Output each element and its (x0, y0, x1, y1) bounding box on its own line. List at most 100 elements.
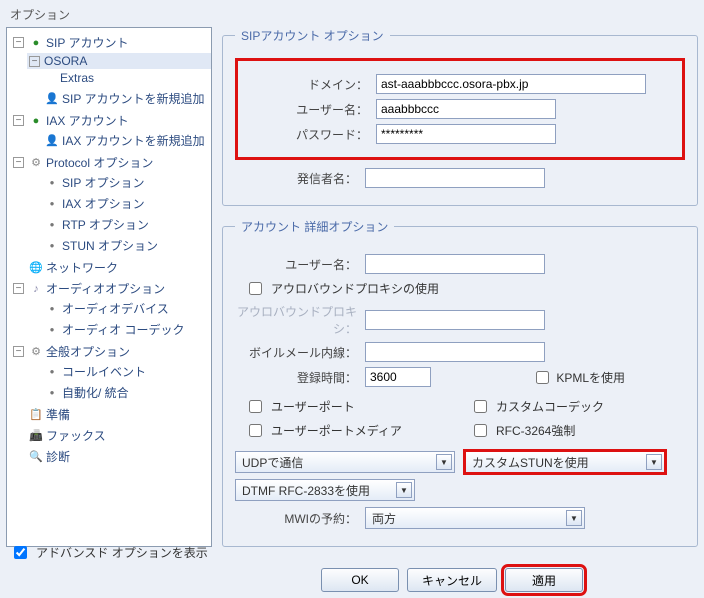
tree-label: IAX アカウントを新規追加 (62, 132, 205, 149)
reg-time-input[interactable] (365, 367, 431, 387)
tree-sip-add[interactable]: 👤SIP アカウントを新規追加 (27, 89, 211, 108)
tree-iax-opt[interactable]: ●IAX オプション (27, 194, 211, 213)
dot-icon: ● (44, 239, 60, 253)
ok-button[interactable]: OK (321, 568, 399, 592)
highlight-box: ドメイン： ユーザー名： パスワード： (235, 58, 685, 160)
domain-input[interactable] (376, 74, 646, 94)
dtmf-value: DTMF RFC-2833を使用 (242, 482, 370, 499)
globe-icon: 🌐 (28, 261, 44, 275)
stun-value: カスタムSTUNを使用 (472, 454, 589, 471)
apply-button[interactable]: 適用 (505, 568, 583, 592)
username-input[interactable] (376, 99, 556, 119)
tree-label: オーディオ コーデック (62, 321, 185, 338)
adv-username-input[interactable] (365, 254, 545, 274)
collapse-icon[interactable]: − (13, 157, 24, 168)
custom-codec-checkbox[interactable] (474, 400, 487, 413)
tree-auto-integ[interactable]: ●自動化/ 統合 (27, 383, 211, 402)
nav-tree: − ● SIP アカウント − OSORA Extr (6, 27, 212, 547)
kpml-label: KPMLを使用 (556, 369, 625, 386)
collapse-icon[interactable]: − (13, 115, 24, 126)
chevron-down-icon: ▼ (646, 454, 662, 470)
tree-label: SIP アカウント (46, 34, 128, 51)
tree-fax[interactable]: 📠ファックス (11, 426, 211, 445)
userport-media-checkbox[interactable] (249, 424, 262, 437)
voicemail-input[interactable] (365, 342, 545, 362)
transport-select[interactable]: UDPで通信 ▼ (235, 451, 455, 473)
show-advanced-checkbox[interactable] (14, 546, 27, 559)
tree-audio-device[interactable]: ●オーディオデバイス (27, 299, 211, 318)
outbound-proxy-label: アウロバウンドプロキシの使用 (271, 280, 439, 297)
callername-label: 発信者名： (235, 170, 365, 187)
tree-label: STUN オプション (62, 237, 158, 254)
collapse-icon[interactable]: − (13, 37, 24, 48)
tree-label: ネットワーク (46, 259, 118, 276)
outbound-proxy-checkbox[interactable] (249, 282, 262, 295)
tree-label: 自動化/ 統合 (62, 384, 129, 401)
tree-label: 全般オプション (46, 343, 130, 360)
collapse-icon[interactable]: − (13, 283, 24, 294)
collapse-icon[interactable]: − (29, 56, 40, 67)
account-icon: ● (28, 36, 44, 50)
account-icon: ● (28, 114, 44, 128)
callername-input[interactable] (365, 168, 545, 188)
password-input[interactable] (376, 124, 556, 144)
stun-select[interactable]: カスタムSTUNを使用 ▼ (465, 451, 665, 473)
dot-icon: ● (44, 386, 60, 400)
tree-label: IAX オプション (62, 195, 145, 212)
outbound-proxy-input (365, 310, 545, 330)
kpml-checkbox[interactable] (536, 371, 549, 384)
tree-iax-add[interactable]: 👤IAX アカウントを新規追加 (27, 131, 211, 150)
rfc3264-checkbox[interactable] (474, 424, 487, 437)
mwi-select[interactable]: 両方 ▼ (365, 507, 585, 529)
add-user-icon: 👤 (44, 134, 60, 148)
tree-stun-opt[interactable]: ●STUN オプション (27, 236, 211, 255)
tree-label: RTP オプション (62, 216, 149, 233)
tree-sip-account[interactable]: − ● SIP アカウント (11, 33, 211, 52)
tree-sip-opt[interactable]: ●SIP オプション (27, 173, 211, 192)
collapse-icon[interactable]: − (13, 346, 24, 357)
sip-legend: SIPアカウント オプション (235, 27, 390, 44)
tree-label: Protocol オプション (46, 154, 153, 171)
gear-icon: ⚙ (28, 156, 44, 170)
userport-label: ユーザーポート (271, 398, 355, 415)
dot-icon: ● (44, 218, 60, 232)
username-label: ユーザー名： (246, 101, 376, 118)
tree-label: ファックス (46, 427, 106, 444)
domain-label: ドメイン： (246, 76, 376, 93)
tree-label: 準備 (46, 406, 70, 423)
voicemail-label: ボイルメール内線： (235, 344, 365, 361)
tree-label: IAX アカウント (46, 112, 129, 129)
tree-iax-account[interactable]: − ● IAX アカウント (11, 111, 211, 130)
chevron-down-icon: ▼ (566, 510, 582, 526)
dtmf-select[interactable]: DTMF RFC-2833を使用 ▼ (235, 479, 415, 501)
custom-codec-label: カスタムコーデック (496, 398, 604, 415)
diag-icon: 🔍 (28, 450, 44, 464)
outbound-proxy-field-label: アウロバウンドプロキシ： (235, 303, 365, 337)
tree-network[interactable]: 🌐ネットワーク (11, 258, 211, 277)
tree-protocol[interactable]: − ⚙ Protocol オプション (11, 153, 211, 172)
dot-icon: ● (44, 197, 60, 211)
sip-account-fieldset: SIPアカウント オプション ドメイン： ユーザー名： パスワード： (222, 27, 698, 206)
add-user-icon: 👤 (44, 92, 60, 106)
tree-label: コールイベント (62, 363, 146, 380)
reg-time-label: 登録時間： (235, 369, 365, 386)
tree-osora[interactable]: − OSORA (27, 53, 211, 69)
tree-call-event[interactable]: ●コールイベント (27, 362, 211, 381)
chevron-down-icon: ▼ (396, 482, 412, 498)
tree-audio-codec[interactable]: ●オーディオ コーデック (27, 320, 211, 339)
tree-general-opt[interactable]: − ⚙ 全般オプション (11, 342, 211, 361)
userport-checkbox[interactable] (249, 400, 262, 413)
cancel-button[interactable]: キャンセル (407, 568, 497, 592)
tree-audio-opt[interactable]: − ♪ オーディオオプション (11, 279, 211, 298)
dot-icon: ● (44, 365, 60, 379)
rfc3264-label: RFC-3264強制 (496, 422, 575, 439)
tree-prep[interactable]: 📋準備 (11, 405, 211, 424)
tree-label: SIP アカウントを新規追加 (62, 90, 204, 107)
adv-username-label: ユーザー名： (235, 256, 365, 273)
tree-label: オーディオオプション (46, 280, 165, 297)
tree-rtp-opt[interactable]: ●RTP オプション (27, 215, 211, 234)
tree-diag[interactable]: 🔍診断 (11, 447, 211, 466)
dot-icon: ● (44, 323, 60, 337)
prep-icon: 📋 (28, 408, 44, 422)
tree-extras[interactable]: Extras (43, 70, 211, 86)
